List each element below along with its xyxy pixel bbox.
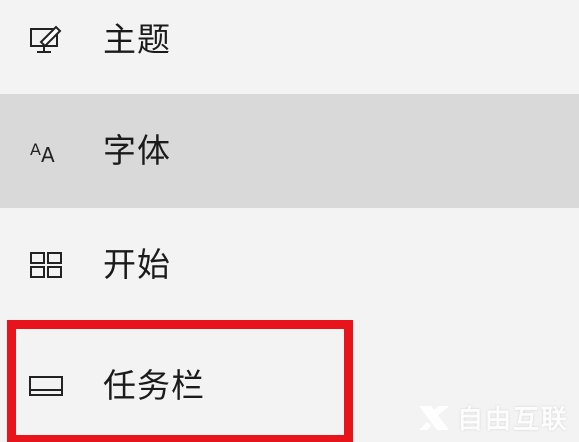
- theme-icon: [26, 20, 66, 60]
- nav-item-label: 主题: [103, 20, 171, 59]
- nav-item-label: 字体: [103, 131, 171, 170]
- svg-text:A: A: [30, 140, 41, 159]
- watermark-text: 自由互联: [456, 405, 569, 435]
- nav-item-label: 任务栏: [103, 366, 205, 405]
- svg-text:A: A: [41, 143, 55, 164]
- watermark: 自由互联: [417, 399, 569, 436]
- fonts-icon: A A: [26, 131, 66, 171]
- x-logo-icon: [417, 404, 451, 432]
- nav-item-fonts[interactable]: A A 字体: [0, 94, 579, 208]
- nav-item-theme[interactable]: 主题: [0, 0, 579, 94]
- start-icon: [26, 245, 66, 285]
- taskbar-icon: [26, 366, 66, 406]
- settings-nav-list: 主题 A A 字体 开始 任务栏 自由互联: [0, 0, 579, 442]
- nav-item-label: 开始: [103, 245, 171, 284]
- nav-item-start[interactable]: 开始: [0, 208, 579, 322]
